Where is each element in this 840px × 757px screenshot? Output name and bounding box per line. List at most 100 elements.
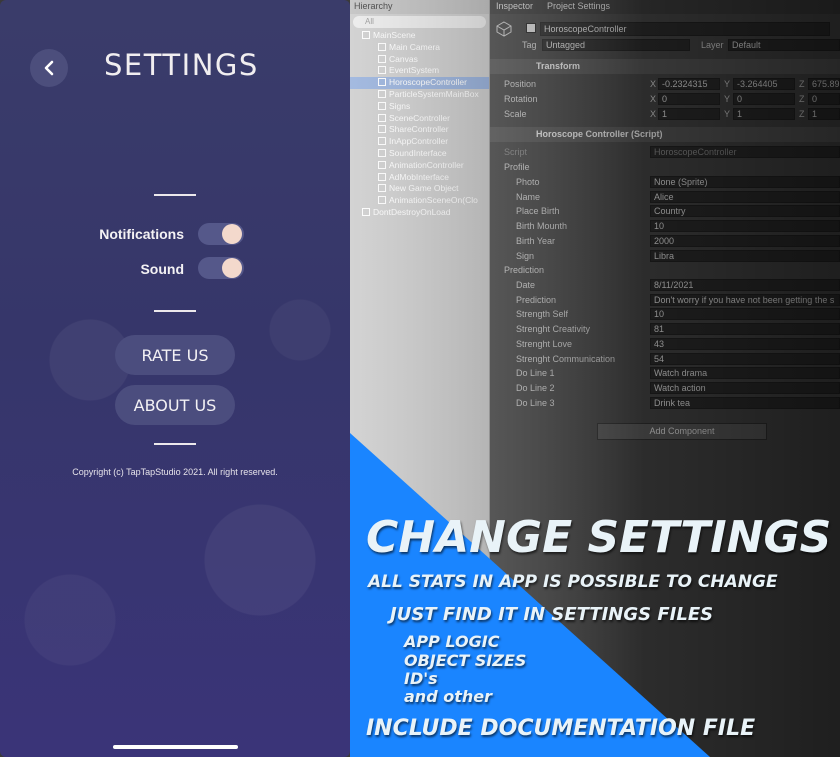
hierarchy-item[interactable]: SoundInterface: [350, 148, 489, 160]
hierarchy-item-label: HoroscopeController: [389, 77, 467, 88]
divider: [154, 194, 196, 196]
gameobject-icon: [378, 125, 386, 134]
prediction-foldout[interactable]: Prediction: [490, 263, 840, 277]
page-title: SETTINGS: [104, 48, 259, 82]
tag-layer-row: Tag Untagged Layer Default: [490, 38, 840, 52]
field-value[interactable]: 81: [650, 323, 840, 336]
field-label: Strenght Communication: [516, 353, 616, 364]
add-component-button[interactable]: Add Component: [597, 423, 767, 440]
script-component-header[interactable]: Horoscope Controller (Script): [490, 127, 840, 142]
field-value[interactable]: 8/11/2021: [650, 279, 840, 291]
hierarchy-item[interactable]: AdMobInterface: [350, 172, 489, 184]
field-row: Strenght Creativity 81: [490, 322, 840, 336]
field-row: Prediction Don't worry if you have not be…: [490, 293, 840, 307]
home-indicator: [113, 745, 238, 749]
position-x-field[interactable]: -0.2324315: [658, 78, 720, 90]
hierarchy-item-label: SoundInterface: [389, 147, 447, 158]
field-label: Prediction: [516, 294, 557, 305]
field-row: Photo None (Sprite): [490, 175, 840, 189]
hierarchy-item-label: InAppController: [389, 136, 449, 147]
field-label: Strenght Love: [516, 338, 573, 349]
inspector-panel: Inspector Project Settings HoroscopeCont…: [490, 0, 840, 757]
field-value[interactable]: Watch action: [650, 381, 840, 394]
promo-line-3: APP LOGIC: [404, 632, 500, 651]
gameobject-icon: [378, 137, 386, 146]
sound-label: Sound: [140, 261, 184, 277]
hierarchy-item-label: EventSystem: [389, 65, 440, 76]
field-value[interactable]: Don't worry if you have not been getting…: [650, 293, 840, 306]
rotation-row: Rotation X0 Y0 Z0: [490, 92, 840, 106]
toggle-knob: [222, 258, 242, 278]
hierarchy-list: MainScene Main Camera Canvas EventSystem Hor…: [350, 30, 489, 219]
hierarchy-item[interactable]: AnimationSceneOn(Clo: [350, 195, 489, 207]
rotation-y-field[interactable]: 0: [733, 93, 795, 105]
about-us-button[interactable]: ABOUT US: [115, 385, 235, 425]
field-label: Strenght Creativity: [516, 324, 591, 335]
hierarchy-item-label: New Game Object: [389, 183, 459, 194]
field-value[interactable]: Libra: [650, 249, 840, 262]
tag-dropdown[interactable]: Untagged: [542, 39, 690, 51]
position-y-field[interactable]: -3.264405: [733, 78, 795, 90]
profile-foldout[interactable]: Profile: [490, 160, 840, 174]
hierarchy-item[interactable]: ParticleSystemMainBox: [350, 89, 489, 101]
promo-line-4: OBJECT SIZES: [404, 651, 527, 670]
promo-line-6: and other: [404, 687, 492, 706]
field-value[interactable]: Watch drama: [650, 367, 840, 380]
hierarchy-item[interactable]: ShareController: [350, 124, 489, 136]
hierarchy-item[interactable]: HoroscopeController: [350, 77, 489, 89]
object-name-field[interactable]: HoroscopeController: [540, 22, 830, 36]
field-value[interactable]: 2000: [650, 234, 840, 247]
promo-line-7: INCLUDE DOCUMENTATION FILE: [366, 716, 756, 741]
active-checkbox[interactable]: [526, 23, 536, 33]
tab-project-settings[interactable]: Project Settings: [547, 1, 610, 13]
hierarchy-item[interactable]: Signs: [350, 101, 489, 113]
settings-screen: SETTINGS Notifications Sound RATE US ABO…: [0, 0, 350, 757]
rotation-x-field[interactable]: 0: [658, 93, 720, 105]
scale-label: Scale: [504, 109, 527, 119]
promo-line-2: JUST FIND IT IN SETTINGS FILES: [390, 604, 714, 625]
rate-us-button[interactable]: RATE US: [115, 335, 235, 375]
gameobject-icon: [378, 78, 386, 87]
hierarchy-item[interactable]: InAppController: [350, 136, 489, 148]
hierarchy-search-input[interactable]: All: [353, 16, 486, 28]
layer-label: Layer: [701, 40, 724, 50]
hierarchy-item[interactable]: MainScene: [350, 30, 489, 42]
hierarchy-item[interactable]: SceneController: [350, 113, 489, 125]
hierarchy-item-label: AnimationController: [389, 159, 464, 170]
hierarchy-item[interactable]: EventSystem: [350, 65, 489, 77]
field-value[interactable]: None (Sprite): [650, 176, 840, 188]
scale-x-field[interactable]: 1: [658, 108, 720, 120]
field-label: Place Birth: [516, 206, 560, 217]
hierarchy-item[interactable]: New Game Object: [350, 183, 489, 195]
field-label: Name: [516, 191, 541, 202]
notifications-label: Notifications: [99, 226, 184, 242]
hierarchy-item[interactable]: AnimationController: [350, 160, 489, 172]
sound-toggle[interactable]: [198, 257, 244, 279]
field-value[interactable]: 43: [650, 337, 840, 350]
field-value[interactable]: Alice: [650, 190, 840, 203]
position-z-field[interactable]: 675.89: [808, 78, 840, 90]
hierarchy-item[interactable]: Canvas: [350, 54, 489, 66]
hierarchy-item[interactable]: Main Camera: [350, 42, 489, 54]
field-label: Birth Year: [516, 235, 556, 246]
field-value[interactable]: Drink tea: [650, 396, 840, 409]
field-value[interactable]: 10: [650, 308, 840, 321]
hierarchy-tab[interactable]: Hierarchy: [350, 0, 489, 14]
field-value[interactable]: 10: [650, 220, 840, 233]
field-value[interactable]: 54: [650, 352, 840, 365]
scale-z-field[interactable]: 1: [808, 108, 840, 120]
rotation-z-field[interactable]: 0: [808, 93, 840, 105]
hierarchy-item[interactable]: DontDestroyOnLoad: [350, 207, 489, 219]
back-button[interactable]: [30, 49, 68, 87]
notifications-toggle[interactable]: [198, 223, 244, 245]
field-row: Strenght Communication 54: [490, 352, 840, 366]
gameobject-icon: [378, 196, 386, 205]
field-value[interactable]: Country: [650, 205, 840, 218]
transform-header[interactable]: Transform: [490, 59, 840, 74]
layer-dropdown[interactable]: Default: [728, 39, 840, 51]
hierarchy-item-label: AdMobInterface: [389, 171, 450, 182]
tab-inspector[interactable]: Inspector: [496, 1, 533, 13]
gameobject-icon: [378, 113, 386, 122]
hierarchy-tab-label: Hierarchy: [354, 1, 393, 11]
scale-y-field[interactable]: 1: [733, 108, 795, 120]
